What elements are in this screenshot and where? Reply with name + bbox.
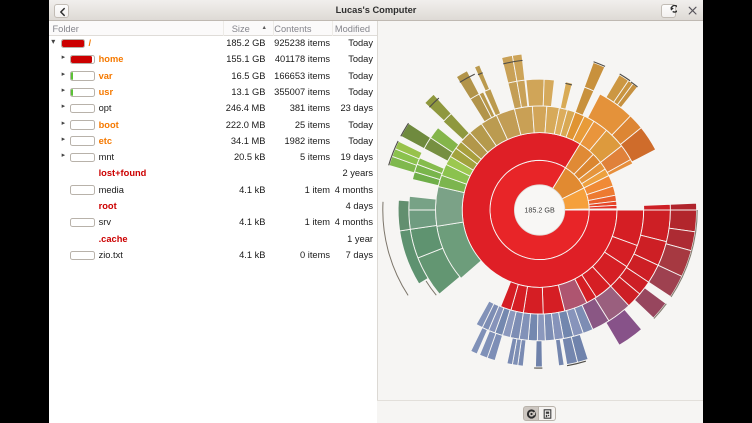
svg-text:185.2 GB: 185.2 GB [524,206,555,215]
